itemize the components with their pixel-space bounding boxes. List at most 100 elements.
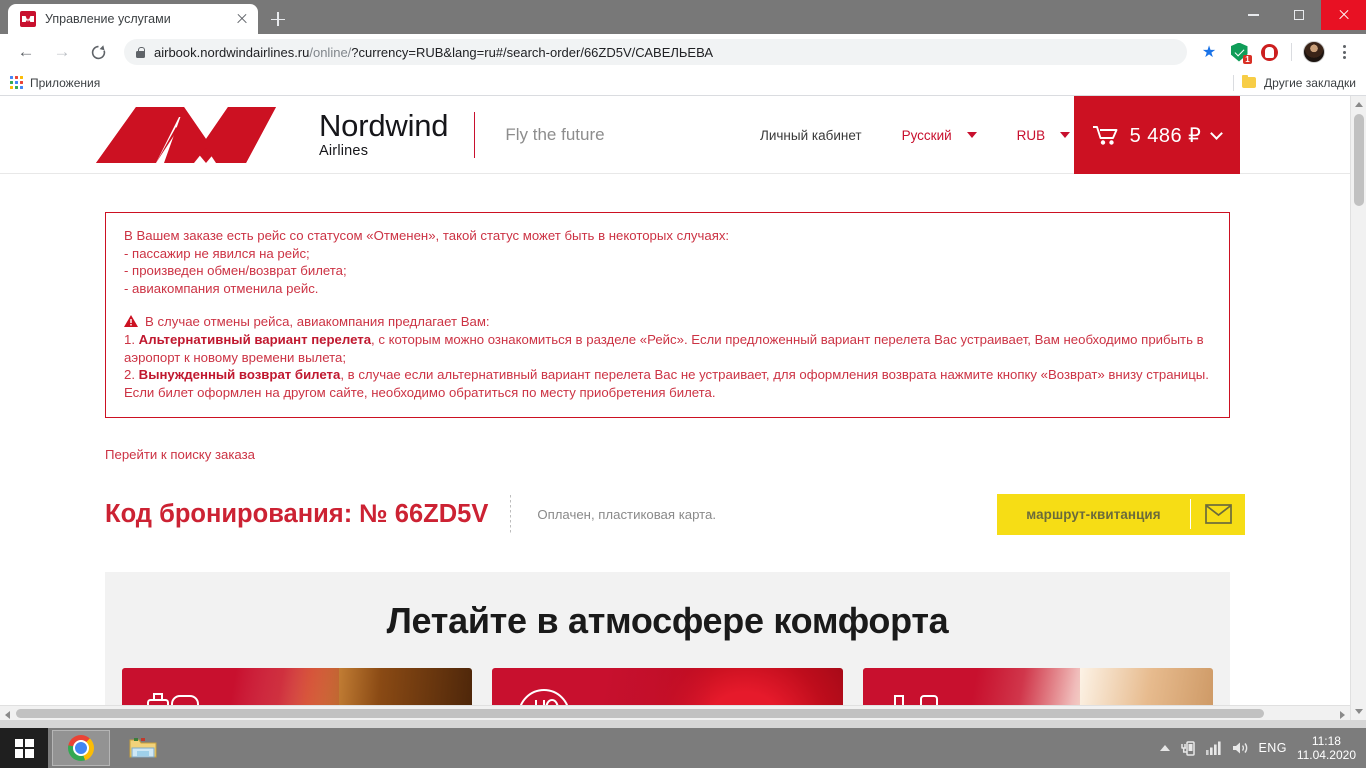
cart-button[interactable]: 5 486 ₽ <box>1074 96 1240 174</box>
reload-icon[interactable] <box>84 38 112 66</box>
alert-option-2: 2. Вынужденный возврат билета, в случае … <box>124 367 1209 383</box>
site-tagline: Fly the future <box>505 124 605 144</box>
scroll-up-arrow-icon[interactable] <box>1355 102 1363 107</box>
taskbar-clock[interactable]: 11:18 11.04.2020 <box>1297 734 1356 762</box>
taskbar-item-file-explorer[interactable] <box>114 730 172 766</box>
logo-name: Nordwind <box>319 108 449 143</box>
scroll-down-arrow-icon[interactable] <box>1355 709 1363 714</box>
alert-option-1: 1. Альтернативный вариант перелета, с ко… <box>124 331 1204 365</box>
vertical-scroll-thumb[interactable] <box>1354 114 1364 206</box>
block-extension-icon[interactable] <box>1255 38 1283 66</box>
browser-toolbar: ← → airbook.nordwindairlines.ru/online/?… <box>0 34 1366 70</box>
booking-divider <box>510 495 512 534</box>
network-signal-icon[interactable] <box>1205 741 1222 755</box>
cart-chevron-down-icon[interactable] <box>1210 126 1224 140</box>
windows-taskbar: ENG 11:18 11.04.2020 <box>0 728 1366 768</box>
alert-line-1: В Вашем заказе есть рейс со статусом «От… <box>124 228 730 243</box>
close-window-button[interactable] <box>1321 0 1366 30</box>
page-viewport: Nordwind Airlines Fly the future Личный … <box>0 96 1366 720</box>
booking-row: Код бронирования: № 66ZD5V Оплачен, плас… <box>105 486 1245 542</box>
bookmarks-divider <box>1233 74 1235 91</box>
language-chevron-down-icon[interactable] <box>966 132 977 138</box>
go-to-order-search-link[interactable]: Перейти к поиску заказа <box>105 447 255 462</box>
clock-date: 11.04.2020 <box>1296 748 1356 762</box>
nordwind-logo-icon <box>96 106 276 163</box>
bookmark-apps-label: Приложения <box>30 75 101 90</box>
chrome-icon <box>68 735 94 761</box>
logo-sub: Airlines <box>319 143 369 159</box>
alert-option-2-rest: , в случае если альтернативный вариант п… <box>340 367 1209 383</box>
receipt-button[interactable]: маршрут-квитанция <box>997 493 1245 535</box>
back-arrow-icon[interactable]: ← <box>12 38 40 66</box>
forward-arrow-icon[interactable]: → <box>48 38 76 66</box>
folder-explorer-icon <box>129 738 157 758</box>
url-text: airbook.nordwindairlines.ru/online/?curr… <box>154 44 714 60</box>
account-link[interactable]: Личный кабинет <box>760 128 862 143</box>
scroll-right-arrow-icon[interactable] <box>1340 711 1345 719</box>
toolbar-icons: ★ 1 <box>1195 38 1358 66</box>
horizontal-scroll-thumb[interactable] <box>16 709 1264 718</box>
cancelled-flight-alert: В Вашем заказе есть рейс со статусом «От… <box>105 212 1230 419</box>
reload-glyph <box>91 44 105 59</box>
promo-title: Летайте в атмосфере комфорта <box>386 600 949 642</box>
vertical-scrollbar[interactable] <box>1350 96 1366 720</box>
scroll-left-arrow-icon[interactable] <box>5 711 10 719</box>
cart-amount: 5 486 ₽ <box>1129 124 1202 147</box>
language-indicator[interactable]: ENG <box>1259 741 1287 755</box>
new-tab-button[interactable] <box>264 5 292 33</box>
folder-icon <box>1242 74 1257 88</box>
browser-window: Управление услугами ← → airbook.nordwind… <box>0 0 1366 728</box>
promo-banner: Летайте в атмосфере комфорта <box>105 572 1230 720</box>
avatar[interactable] <box>1300 38 1328 66</box>
address-bar[interactable]: airbook.nordwindairlines.ru/online/?curr… <box>124 39 1187 65</box>
clock-time: 11:18 <box>1311 734 1341 748</box>
envelope-icon <box>1191 504 1245 525</box>
show-hidden-icons-icon[interactable] <box>1159 745 1170 751</box>
windows-logo-icon <box>14 738 34 758</box>
browser-tab[interactable]: Управление услугами <box>8 4 258 34</box>
alert-line-5-text: В случае отмены рейса, авиакомпания пред… <box>145 314 490 330</box>
alert-line-3: - произведен обмен/возврат билета; <box>124 263 347 279</box>
language-selector[interactable]: Русский <box>902 128 952 143</box>
alert-line-4: - авиакомпания отменила рейс. <box>124 280 319 296</box>
booking-code: Код бронирования: № 66ZD5V <box>105 499 489 528</box>
bookmark-star-icon[interactable]: ★ <box>1195 38 1223 66</box>
logo-divider <box>474 111 476 158</box>
tab-close-icon[interactable] <box>234 11 250 27</box>
currency-selector[interactable]: RUB <box>1017 128 1046 143</box>
alert-options: В случае отмены рейса, авиакомпания пред… <box>124 313 1211 401</box>
receipt-button-label: маршрут-квитанция <box>1026 506 1161 522</box>
other-bookmarks-label[interactable]: Другие закладки <box>1264 76 1356 90</box>
cart-icon <box>1092 125 1118 145</box>
apps-grid-icon <box>10 76 23 89</box>
bookmarks-right: Другие закладки <box>1233 74 1356 91</box>
maximize-button[interactable] <box>1276 0 1321 30</box>
alert-line-2: - пассажир не явился на рейс; <box>124 245 310 261</box>
toolbar-divider <box>1291 43 1292 61</box>
warning-triangle-icon <box>124 315 138 328</box>
alert-line-5: В случае отмены рейса, авиакомпания пред… <box>124 313 1211 331</box>
shield-extension-icon[interactable]: 1 <box>1225 38 1253 66</box>
minimize-button[interactable] <box>1231 0 1276 30</box>
currency-chevron-down-icon[interactable] <box>1060 132 1071 138</box>
window-controls <box>1231 0 1366 34</box>
start-button[interactable] <box>0 728 48 768</box>
tab-strip: Управление услугами <box>0 0 1366 34</box>
lock-icon <box>136 46 145 58</box>
power-plug-icon[interactable] <box>1180 740 1196 757</box>
site-header: Nordwind Airlines Fly the future Личный … <box>0 96 1350 174</box>
kebab-menu-icon[interactable] <box>1330 38 1358 66</box>
site-logo[interactable]: Nordwind Airlines <box>94 105 449 165</box>
bookmarks-bar: Приложения Другие закладки <box>0 70 1366 96</box>
alert-line-last: Если билет оформлен на другом сайте, нео… <box>124 384 716 400</box>
taskbar-item-chrome[interactable] <box>52 730 110 766</box>
tab-title: Управление услугами <box>45 12 171 26</box>
alert-option-2-bold: Вынужденный возврат билета <box>138 367 341 383</box>
payment-status: Оплачен, пластиковая карта. <box>537 506 717 522</box>
bookmark-apps[interactable]: Приложения <box>10 76 100 90</box>
system-tray: ENG 11:18 11.04.2020 <box>1159 734 1366 762</box>
header-nav: Личный кабинет Русский RUB <box>760 96 1071 174</box>
shield-badge-count: 1 <box>1243 55 1252 64</box>
horizontal-scrollbar[interactable] <box>0 705 1350 720</box>
speaker-icon[interactable] <box>1232 741 1249 755</box>
